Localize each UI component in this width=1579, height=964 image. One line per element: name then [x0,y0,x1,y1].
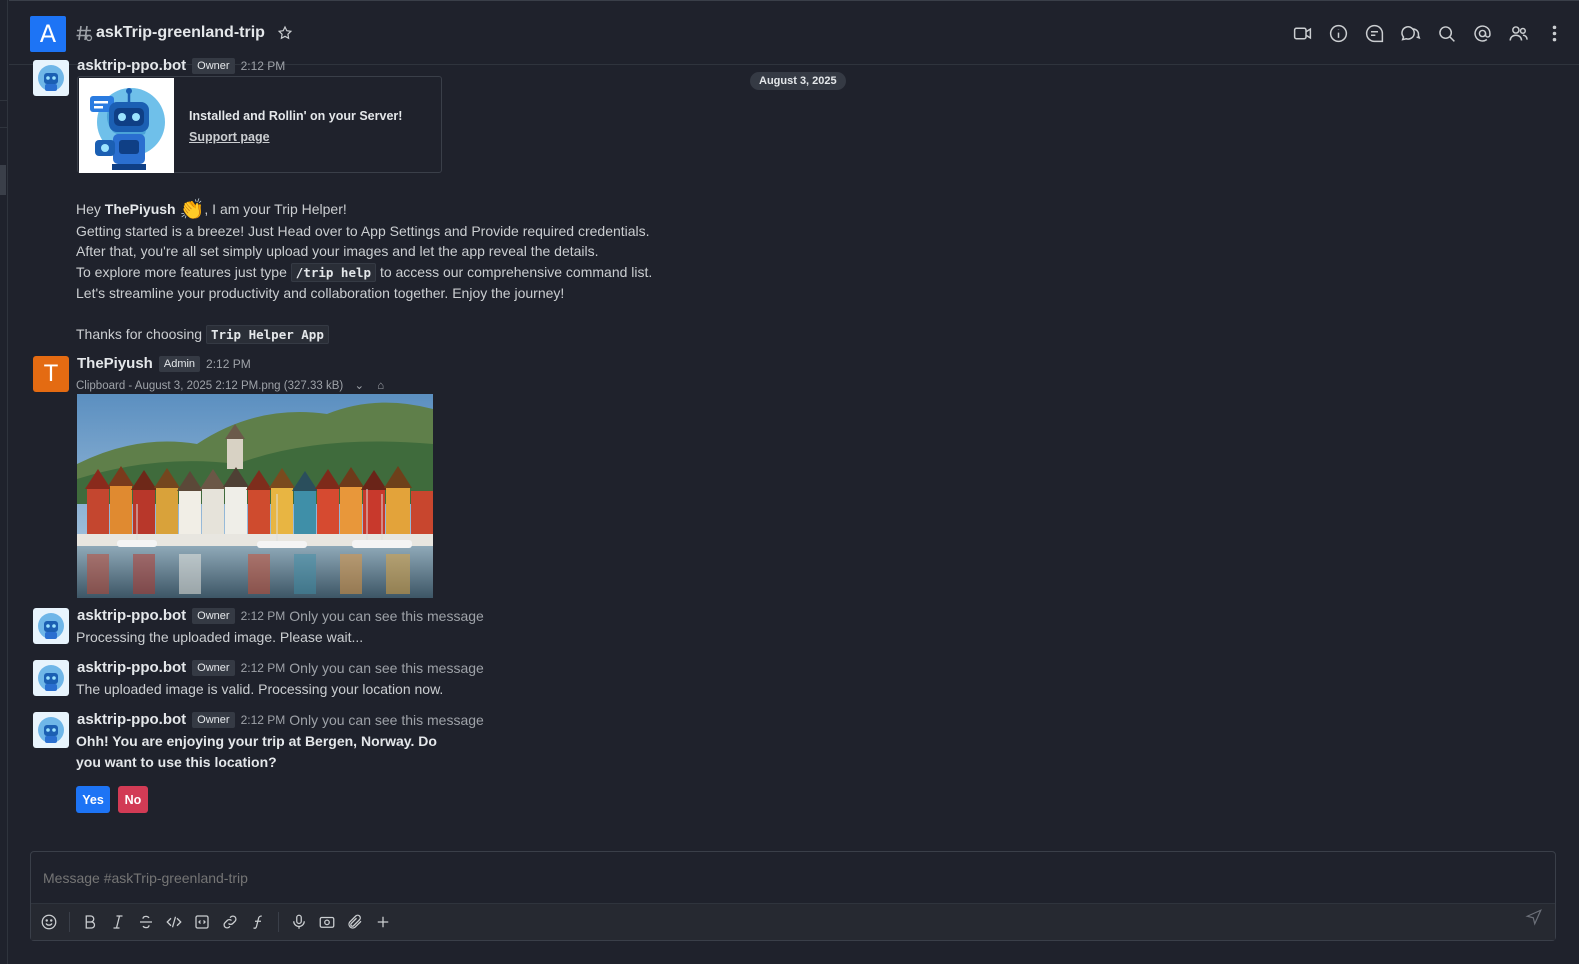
inline-code-icon[interactable] [164,912,184,932]
message-composer [30,851,1556,941]
support-page-link[interactable]: Support page [189,130,270,144]
intro-line-2: After that, you're all set simply upload… [76,243,599,259]
code-block-icon[interactable] [192,912,212,932]
header-toolbar [1292,23,1565,48]
date-divider: August 3, 2025 [750,72,846,90]
link-icon[interactable] [220,912,240,932]
members-icon[interactable] [1508,23,1529,48]
composer-toolbar [31,903,1555,940]
intro-line-3: To explore more features just type /trip… [76,262,652,284]
message-text: The uploaded image is valid. Processing … [76,681,444,697]
yes-button[interactable]: Yes [76,786,110,813]
private-notice: Only you can see this message [289,607,484,624]
info-icon[interactable] [1328,23,1349,48]
username[interactable]: asktrip-ppo.bot [77,57,186,74]
room-avatar[interactable]: A [30,16,66,52]
greeting-post: , I am your Trip Helper! [204,201,347,217]
formula-icon[interactable] [248,912,268,932]
intro-line-1: Getting started is a breeze! Just Head o… [76,222,650,239]
send-icon[interactable] [1525,908,1543,930]
timestamp[interactable]: 2:12 PM [241,713,286,727]
message-input[interactable] [43,870,1443,886]
emoji-icon[interactable] [39,912,59,932]
channel-hash-icon [75,23,93,43]
question-line-1: Ohh! You are enjoying your trip at Berge… [76,733,437,749]
username[interactable]: asktrip-ppo.bot [77,659,186,676]
intro-line-4: Let's streamline your productivity and c… [76,285,565,301]
timestamp[interactable]: 2:12 PM [241,609,286,623]
italic-icon[interactable] [108,912,128,932]
message-list: August 3, 2025 asktrip-ppo.bot Owner 2:1… [9,57,1579,846]
trip-help-code: /trip help [290,262,377,282]
role-badge: Owner [192,659,235,676]
greeting-line: Hey ThePiyush 👏, I am your Trip Helper! [76,199,652,221]
timestamp[interactable]: 2:12 PM [206,357,251,371]
download-icon[interactable]: ⌂ [377,380,384,392]
microphone-icon[interactable] [289,912,309,932]
user-avatar[interactable]: T [33,356,69,392]
username[interactable]: asktrip-ppo.bot [77,607,186,624]
attach-icon[interactable] [345,912,365,932]
app-installed-card: Installed and Rollin' on your Server! Su… [77,76,442,173]
bot-avatar[interactable] [33,712,69,748]
mention-icon[interactable] [1472,23,1493,48]
no-button[interactable]: No [118,786,148,813]
card-title: Installed and Rollin' on your Server! [189,109,403,123]
location-question: Ohh! You are enjoying your trip at Berge… [76,731,437,772]
toolbar-divider [278,912,279,932]
message-header: asktrip-ppo.bot Owner 2:12 PM Only you c… [77,711,484,728]
toolbar-divider [69,912,70,932]
message-header: ThePiyush Admin 2:12 PM [77,355,251,372]
role-badge: Owner [192,711,235,728]
clapping-emoji: 👏 [179,199,205,221]
private-notice: Only you can see this message [289,659,484,676]
timestamp[interactable]: 2:12 PM [241,661,286,675]
role-badge: Admin [158,355,201,372]
message-text: Processing the uploaded image. Please wa… [76,629,364,645]
bot-avatar[interactable] [33,60,69,96]
timestamp[interactable]: 2:12 PM [241,59,286,73]
video-message-icon[interactable] [317,912,337,932]
robot-illustration [79,78,174,173]
collapse-chevron-icon[interactable]: ⌄ [354,380,364,392]
username[interactable]: ThePiyush [77,355,153,372]
strikethrough-icon[interactable] [136,912,156,932]
attachment-filename[interactable]: Clipboard - August 3, 2025 2:12 PM.png (… [76,380,343,392]
sidebar-edge-section [0,100,8,128]
star-icon[interactable] [277,25,293,45]
role-badge: Owner [192,57,235,74]
sidebar-scroll-indicator[interactable] [0,165,6,195]
message-header: asktrip-ppo.bot Owner 2:12 PM Only you c… [77,659,484,676]
uploaded-photo[interactable] [77,394,433,598]
bot-avatar[interactable] [33,608,69,644]
plus-icon[interactable] [373,912,393,932]
mentioned-user[interactable]: ThePiyush [105,201,176,217]
threads-icon[interactable] [1364,23,1385,48]
bot-avatar[interactable] [33,660,69,696]
greeting-pre: Hey [76,201,101,217]
message-header: asktrip-ppo.bot Owner 2:12 PM [77,57,285,74]
kebab-icon[interactable] [1544,23,1565,48]
app-name-code: Trip Helper App [205,324,329,344]
discussion-icon[interactable] [1400,23,1421,48]
attachment-title: Clipboard - August 3, 2025 2:12 PM.png (… [76,378,384,392]
username[interactable]: asktrip-ppo.bot [77,711,186,728]
bold-icon[interactable] [80,912,100,932]
private-notice: Only you can see this message [289,711,484,728]
video-call-icon[interactable] [1292,23,1313,48]
room-title[interactable]: askTrip-greenland-trip [96,24,265,42]
search-icon[interactable] [1436,23,1457,48]
line3-pre: To explore more features just type [76,263,287,280]
thanks-line: Thanks for choosing Trip Helper App [76,324,652,346]
room-header: A askTrip-greenland-trip [9,0,1579,65]
question-line-2: you want to use this location? [76,753,277,770]
thanks-pre: Thanks for choosing [76,325,203,342]
message-header: asktrip-ppo.bot Owner 2:12 PM Only you c… [77,607,484,624]
line3-post: to access our comprehensive command list… [379,263,653,280]
role-badge: Owner [192,607,235,624]
welcome-text: Hey ThePiyush 👏, I am your Trip Helper! … [76,199,652,345]
sidebar-edge [0,0,8,964]
